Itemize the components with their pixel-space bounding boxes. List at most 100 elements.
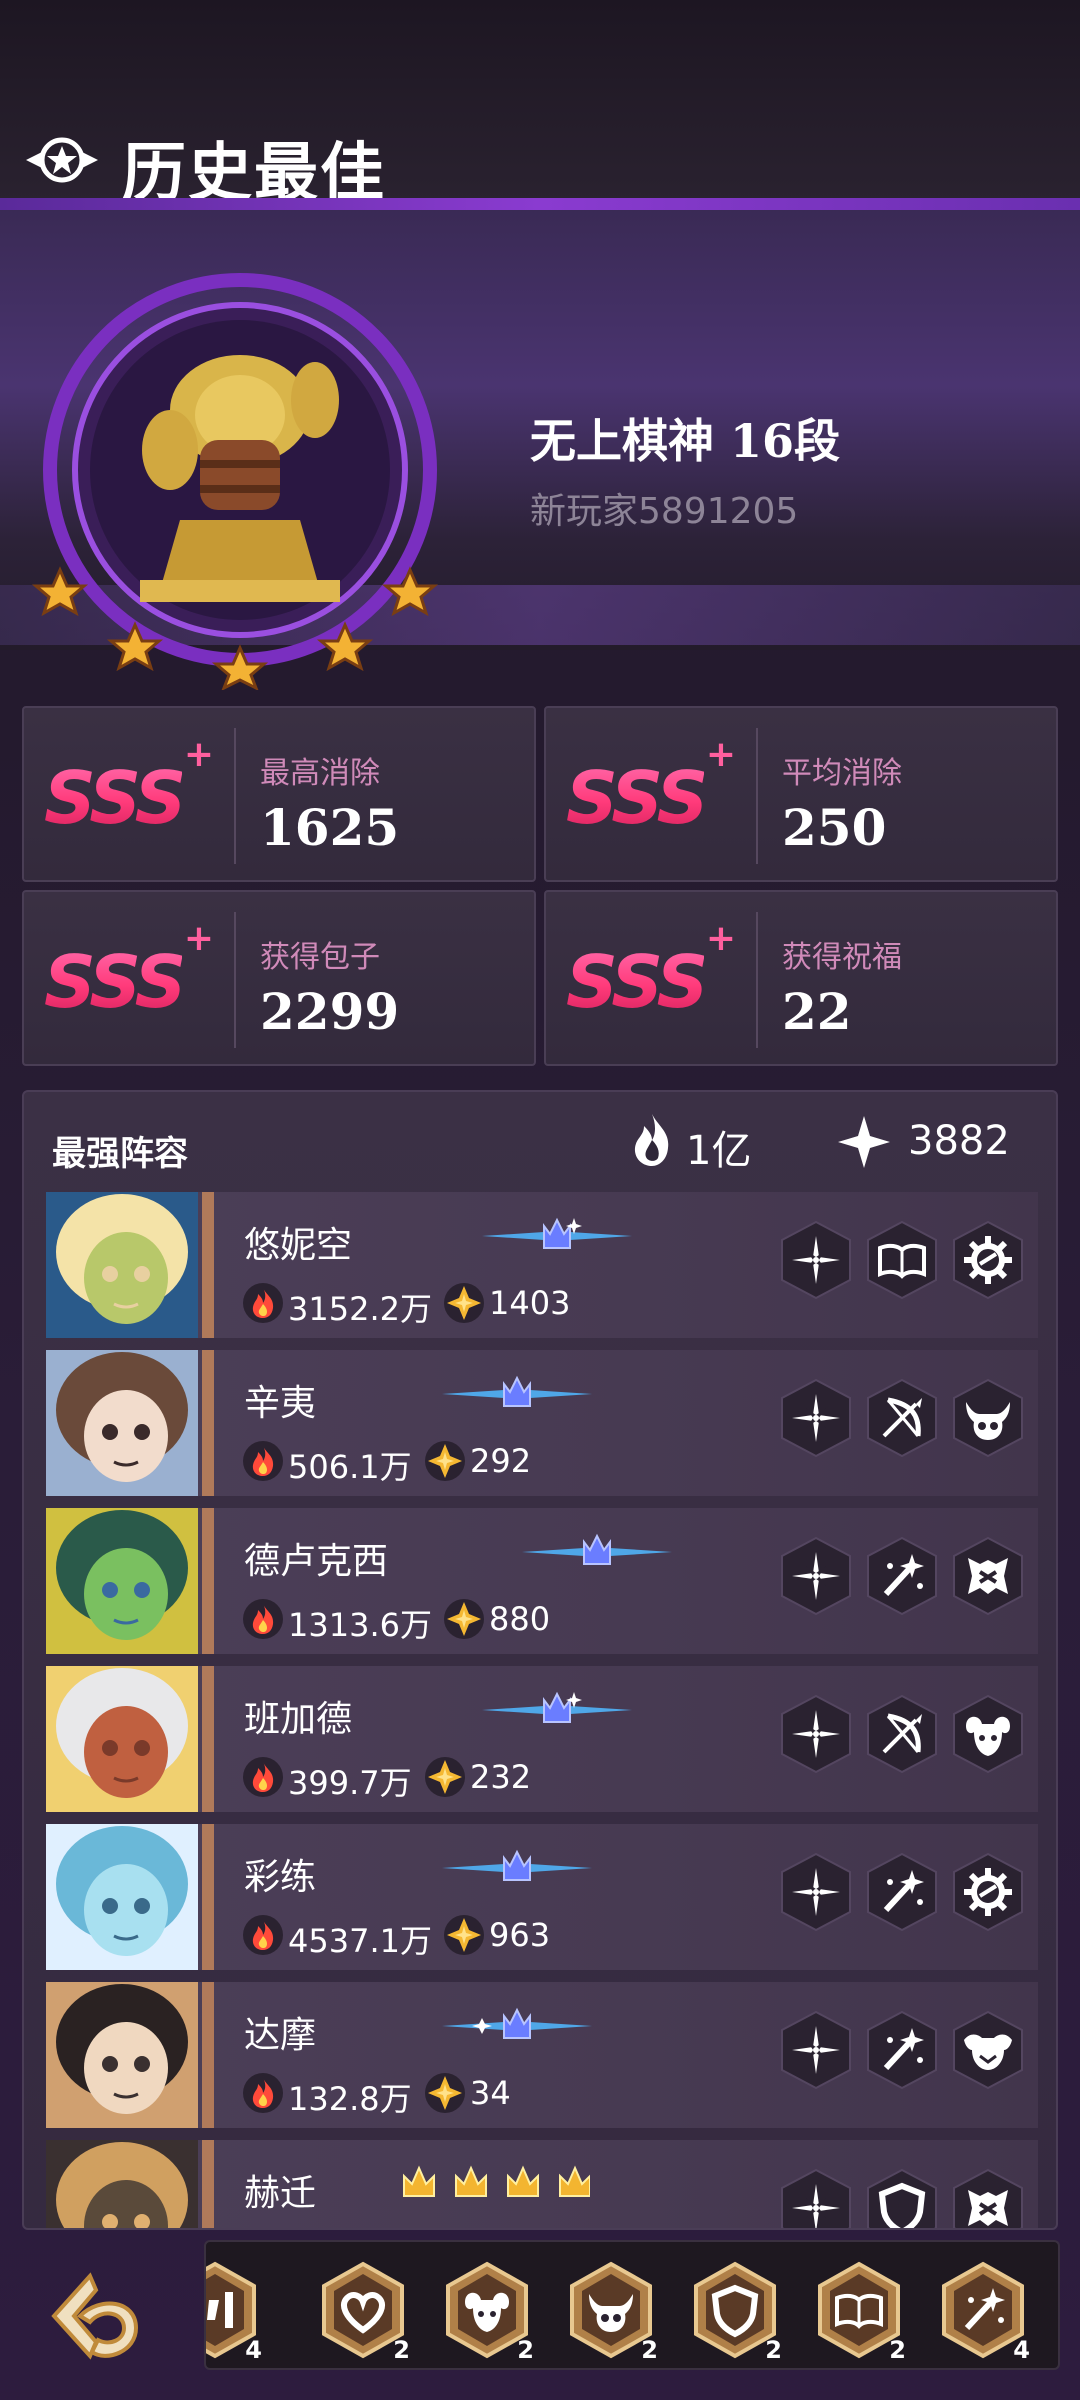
armor-icon[interactable]	[950, 2168, 1026, 2228]
fire-icon	[242, 1598, 284, 1640]
grade-badge: SSS	[44, 940, 186, 1024]
fire-icon	[242, 2072, 284, 2114]
rank-title: 无上棋神 16段	[530, 414, 841, 468]
compass-star-icon[interactable]	[778, 2010, 854, 2090]
star-icon	[443, 1914, 485, 1956]
compass-star-icon[interactable]	[778, 1694, 854, 1774]
hero-portrait[interactable]	[46, 1508, 198, 1654]
sparkle-icon	[838, 1116, 890, 1168]
bow-icon[interactable]	[864, 1694, 940, 1774]
hero-row[interactable]: 达摩 132.8万 34	[46, 1982, 1038, 2128]
compass-star-icon[interactable]	[778, 1536, 854, 1616]
back-button[interactable]	[40, 2266, 150, 2376]
hero-portrait[interactable]	[46, 1824, 198, 1970]
trait-partial-icon[interactable]: 4	[206, 2260, 262, 2364]
beast-icon[interactable]	[950, 2010, 1026, 2090]
fire-icon	[242, 1440, 284, 1482]
stat-value: 250	[782, 798, 887, 857]
hero-stars: 292	[470, 1442, 532, 1480]
stat-label: 获得祝福	[782, 940, 902, 975]
hero-stars: 1403	[489, 1284, 571, 1322]
gear-icon[interactable]	[950, 1852, 1026, 1932]
gold-crowns-icon	[400, 2162, 591, 2202]
skull-horn-icon[interactable]	[950, 1378, 1026, 1458]
trait-shield-icon[interactable]: 2	[690, 2260, 782, 2364]
fire-icon	[242, 1282, 284, 1324]
stat-card-blessings: SSS + 获得祝福 22	[544, 890, 1058, 1066]
hero-portrait[interactable]	[46, 1192, 198, 1338]
stat-card-avg-clear: SSS + 平均消除 250	[544, 706, 1058, 882]
gear-icon[interactable]	[950, 1220, 1026, 1300]
trait-count: 2	[393, 2336, 410, 2364]
star-icon	[424, 2072, 466, 2114]
trait-count: 4	[1013, 2336, 1030, 2364]
wand-icon[interactable]	[864, 1536, 940, 1616]
lineup-panel[interactable]: 最强阵容 1亿 3882 悠妮空 3152.2万 1403 辛夷 506.1万 292 德卢…	[22, 1090, 1058, 2230]
stat-label: 获得包子	[260, 940, 380, 975]
wand-icon[interactable]	[864, 2010, 940, 2090]
compass-star-icon[interactable]	[778, 2168, 854, 2228]
stat-card-max-clear: SSS + 最高消除 1625	[22, 706, 536, 882]
player-name: 新玩家5891205	[530, 491, 799, 532]
plus-icon: +	[705, 918, 737, 959]
hero-portrait[interactable]	[46, 2140, 198, 2228]
star-icon	[424, 1756, 466, 1798]
hero-stars: 232	[470, 1758, 532, 1796]
stat-value: 22	[782, 982, 852, 1041]
crown-rank-icon	[482, 1688, 632, 1732]
compass-star-icon[interactable]	[778, 1378, 854, 1458]
hero-stars: 34	[470, 2074, 511, 2112]
plus-icon: +	[183, 918, 215, 959]
trait-count: 2	[765, 2336, 782, 2364]
total-stars: 3882	[908, 1118, 1010, 1164]
wand-icon[interactable]	[864, 1852, 940, 1932]
hero-row[interactable]: 赫迁	[46, 2140, 1038, 2228]
stat-card-buns: SSS + 获得包子 2299	[22, 890, 536, 1066]
hero-power: 1313.6万	[288, 1606, 432, 1644]
hero-row[interactable]: 辛夷 506.1万 292	[46, 1350, 1038, 1496]
trait-heart-icon[interactable]: 2	[318, 2260, 410, 2364]
plus-icon: +	[705, 734, 737, 775]
trait-wand-icon[interactable]: 4	[938, 2260, 1030, 2364]
lineup-title: 最强阵容	[52, 1134, 188, 1174]
star-icon	[424, 1440, 466, 1482]
trait-book-icon[interactable]: 2	[814, 2260, 906, 2364]
plus-icon: +	[183, 734, 215, 775]
ram-icon[interactable]	[950, 1694, 1026, 1774]
shield-icon[interactable]	[864, 2168, 940, 2228]
trait-count: 2	[641, 2336, 658, 2364]
book-icon[interactable]	[864, 1220, 940, 1300]
hero-portrait[interactable]	[46, 1350, 198, 1496]
trait-skull-horn-icon[interactable]: 2	[566, 2260, 658, 2364]
crown-rank-icon	[522, 1530, 672, 1574]
hero-portrait[interactable]	[46, 1666, 198, 1812]
armor-icon[interactable]	[950, 1536, 1026, 1616]
hero-power: 506.1万	[288, 1448, 412, 1486]
total-power: 1亿	[686, 1128, 752, 1174]
hero-portrait[interactable]	[46, 1982, 198, 2128]
fire-icon	[242, 1756, 284, 1798]
compass-star-icon[interactable]	[778, 1220, 854, 1300]
compass-star-icon[interactable]	[778, 1852, 854, 1932]
hero-name: 赫迁	[244, 2173, 317, 2214]
hero-name: 辛夷	[244, 1383, 317, 1424]
crown-rank-icon	[482, 1214, 632, 1258]
hero-power: 399.7万	[288, 1764, 412, 1802]
stat-label: 平均消除	[782, 756, 902, 791]
hero-name: 彩练	[244, 1857, 317, 1898]
hero-row[interactable]: 德卢克西 1313.6万 880	[46, 1508, 1038, 1654]
trait-ram-icon[interactable]: 2	[442, 2260, 534, 2364]
hero-power: 4537.1万	[288, 1922, 432, 1960]
star-wings-icon	[26, 137, 98, 183]
hero-stars: 963	[489, 1916, 551, 1954]
trait-bar[interactable]: 4 2 2 2 2 2 4	[204, 2240, 1060, 2370]
hero-row[interactable]: 班加德 399.7万 232	[46, 1666, 1038, 1812]
header-divider	[0, 198, 1080, 210]
hero-row[interactable]: 彩练 4537.1万 963	[46, 1824, 1038, 1970]
hero-name: 班加德	[244, 1699, 353, 1740]
hero-name: 德卢克西	[244, 1541, 389, 1582]
bow-icon[interactable]	[864, 1378, 940, 1458]
hero-row[interactable]: 悠妮空 3152.2万 1403	[46, 1192, 1038, 1338]
grade-badge: SSS	[566, 756, 708, 840]
crown-rank-icon	[442, 2004, 592, 2048]
